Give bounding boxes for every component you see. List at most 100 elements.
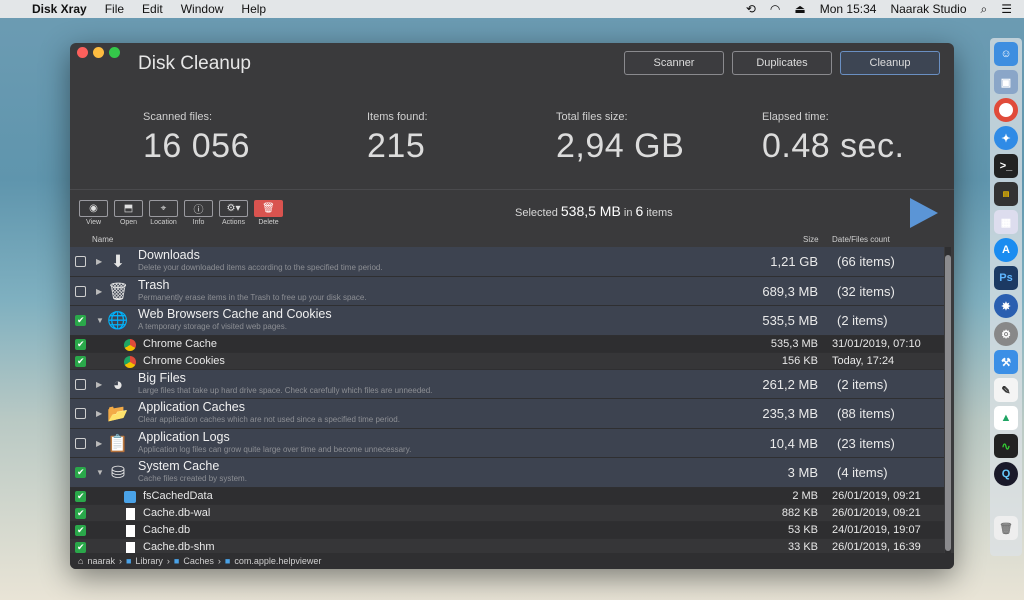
- activity-monitor-icon[interactable]: ∿: [994, 434, 1018, 458]
- file-checkbox[interactable]: [75, 338, 86, 350]
- file-row[interactable]: Cache.db-shm 33 KB 26/01/2019, 16:39: [70, 538, 944, 553]
- notification-center-icon[interactable]: ☰: [1001, 2, 1012, 16]
- safari-icon[interactable]: ✦: [994, 126, 1018, 150]
- cleanup-list: ▶ ⬇ Downloads Delete your downloaded ite…: [70, 247, 944, 553]
- gear-icon: ⚙▾: [219, 200, 248, 217]
- disclosure-triangle-icon[interactable]: ▶: [96, 257, 102, 266]
- actions-button[interactable]: ⚙▾ Actions: [219, 200, 248, 226]
- terminal-icon[interactable]: >_: [994, 154, 1018, 178]
- menu-file[interactable]: File: [105, 2, 124, 16]
- category-checkbox[interactable]: [75, 467, 86, 478]
- path-segment[interactable]: Library: [135, 556, 163, 566]
- path-segment[interactable]: naarak: [87, 556, 115, 566]
- chrome-dock-icon[interactable]: [994, 98, 1018, 122]
- disclosure-triangle-icon[interactable]: ▶: [96, 409, 102, 418]
- category-row-trash[interactable]: ▶ 🗑 Trash Permanently erase items in the…: [70, 276, 944, 306]
- disclosure-triangle-icon[interactable]: ▶: [96, 380, 102, 389]
- textedit-icon[interactable]: ✎: [994, 378, 1018, 402]
- app-store-icon[interactable]: A: [994, 238, 1018, 262]
- list-scrollbar[interactable]: [945, 247, 951, 553]
- menu-edit[interactable]: Edit: [142, 2, 163, 16]
- category-row-big-files[interactable]: ▶ ◕ Big Files Large files that take up h…: [70, 369, 944, 399]
- info-button[interactable]: ⓘ Info: [184, 200, 213, 226]
- category-checkbox[interactable]: [75, 315, 86, 326]
- category-row-web-browsers[interactable]: ▼ 🌐 Web Browsers Cache and Cookies A tem…: [70, 306, 944, 336]
- app-menu[interactable]: Disk Xray: [32, 2, 87, 16]
- disclosure-triangle-icon[interactable]: ▼: [96, 468, 104, 477]
- file-checkbox[interactable]: [75, 507, 86, 519]
- category-row-system-cache[interactable]: ▼ ⛁ System Cache Cache files created by …: [70, 458, 944, 488]
- category-row-application-caches[interactable]: ▶ 📂 Application Caches Clear application…: [70, 399, 944, 429]
- xcode-icon[interactable]: ⚒: [994, 350, 1018, 374]
- zoom-button[interactable]: [109, 47, 120, 58]
- category-size: 1,21 GB: [770, 254, 818, 269]
- path-segment[interactable]: com.apple.helpviewer: [234, 556, 321, 566]
- file-row[interactable]: fsCachedData 2 MB 26/01/2019, 09:21: [70, 487, 944, 505]
- photoshop-icon[interactable]: Ps: [994, 266, 1018, 290]
- file-date: 26/01/2019, 09:21: [832, 489, 921, 502]
- tool-label: Open: [119, 219, 138, 226]
- category-row-downloads[interactable]: ▶ ⬇ Downloads Delete your downloaded ite…: [70, 247, 944, 277]
- console-icon[interactable]: ▤: [994, 182, 1018, 206]
- scrollbar-thumb[interactable]: [945, 255, 951, 551]
- category-checkbox[interactable]: [75, 256, 86, 267]
- tab-scanner[interactable]: Scanner: [624, 51, 724, 75]
- start-cleanup-play-icon[interactable]: [910, 198, 938, 228]
- stat-scanned-files: Scanned files: 16 056: [143, 111, 250, 166]
- file-checkbox[interactable]: [75, 355, 86, 367]
- category-checkbox[interactable]: [75, 437, 86, 449]
- close-button[interactable]: [77, 47, 88, 58]
- open-button[interactable]: ⬒ Open: [114, 200, 143, 226]
- eject-icon[interactable]: ⏏: [794, 2, 805, 16]
- spotlight-icon[interactable]: ⌕: [981, 2, 988, 17]
- disclosure-triangle-icon[interactable]: ▶: [96, 287, 102, 296]
- file-date: Today, 17:24: [832, 354, 895, 367]
- file-checkbox[interactable]: [75, 541, 86, 553]
- tab-cleanup[interactable]: Cleanup: [840, 51, 940, 75]
- dock-trash-icon[interactable]: 🗑: [994, 516, 1018, 540]
- column-name[interactable]: Name: [92, 235, 113, 244]
- tool-label: Delete: [258, 219, 279, 226]
- delete-button[interactable]: 🗑 Delete: [254, 200, 283, 226]
- category-checkbox[interactable]: [75, 408, 86, 419]
- time-machine-icon[interactable]: ⟲: [746, 2, 756, 16]
- menu-window[interactable]: Window: [181, 2, 224, 16]
- wifi-icon[interactable]: ◠: [770, 2, 780, 16]
- finder-icon[interactable]: ☺: [994, 42, 1018, 66]
- user-menu[interactable]: Naarak Studio: [890, 2, 966, 16]
- view-button[interactable]: ◉ View: [79, 200, 108, 226]
- disk-xray-icon[interactable]: ✸: [994, 294, 1018, 318]
- category-count: (66 items): [837, 254, 895, 269]
- category-description: Large files that take up hard drive spac…: [138, 385, 433, 395]
- file-row[interactable]: Chrome Cookies 156 KB Today, 17:24: [70, 352, 944, 370]
- preview-icon[interactable]: ▣: [994, 70, 1018, 94]
- column-size[interactable]: Size: [803, 235, 819, 244]
- path-segment[interactable]: Caches: [183, 556, 214, 566]
- file-row[interactable]: Cache.db 53 KB 24/01/2019, 19:07: [70, 521, 944, 539]
- file-date: 24/01/2019, 19:07: [832, 523, 921, 536]
- crosshair-icon: ⌖: [149, 200, 178, 217]
- category-checkbox[interactable]: [75, 378, 86, 390]
- file-checkbox[interactable]: [75, 490, 86, 502]
- system-preferences-icon[interactable]: ⚙: [994, 322, 1018, 346]
- file-row[interactable]: Cache.db-wal 882 KB 26/01/2019, 09:21: [70, 504, 944, 522]
- clock[interactable]: Mon 15:34: [820, 2, 877, 16]
- category-row-application-logs[interactable]: ▶ 📋 Application Logs Application log fil…: [70, 428, 944, 458]
- menu-help[interactable]: Help: [241, 2, 266, 16]
- image-capture-icon[interactable]: ▦: [994, 210, 1018, 234]
- disclosure-triangle-icon[interactable]: ▶: [96, 439, 102, 448]
- file-size: 53 KB: [788, 523, 818, 536]
- location-button[interactable]: ⌖ Location: [149, 200, 178, 226]
- disclosure-triangle-icon[interactable]: ▼: [96, 316, 104, 325]
- stat-value: 16 056: [143, 127, 250, 165]
- column-date[interactable]: Date/Files count: [832, 235, 890, 244]
- category-checkbox[interactable]: [75, 285, 86, 297]
- quicktime-icon[interactable]: Q: [994, 462, 1018, 486]
- tab-duplicates[interactable]: Duplicates: [732, 51, 832, 75]
- category-description: Permanently erase items in the Trash to …: [138, 292, 367, 302]
- file-checkbox[interactable]: [75, 524, 86, 536]
- file-row[interactable]: Chrome Cache 535,3 MB 31/01/2019, 07:10: [70, 335, 944, 353]
- minimize-button[interactable]: [93, 47, 104, 58]
- google-drive-icon[interactable]: ▲: [994, 406, 1018, 430]
- category-description: Application log files can grow quite lar…: [138, 444, 412, 454]
